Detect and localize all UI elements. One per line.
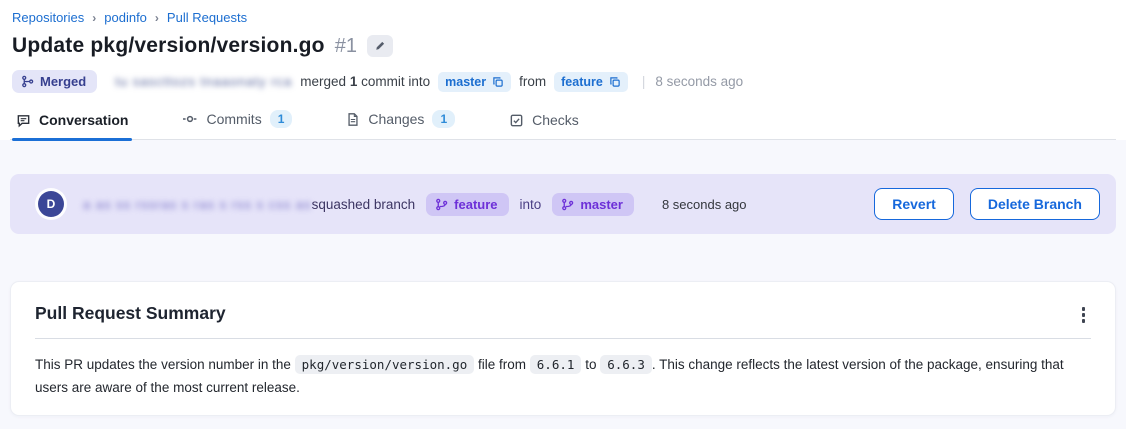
into-label: into: [520, 197, 542, 212]
summary-card-title: Pull Request Summary: [35, 303, 226, 324]
title-row: Update pkg/version/version.go #1: [10, 34, 1116, 58]
git-branch-icon: [435, 198, 448, 211]
tab-label: Commits: [206, 111, 261, 127]
from-label: from: [519, 74, 546, 89]
revert-button[interactable]: Revert: [874, 188, 954, 220]
inline-code-new-version: 6.6.3: [600, 355, 652, 374]
tab-commits[interactable]: Commits 1: [178, 110, 296, 139]
tab-label: Changes: [368, 111, 424, 127]
tab-checks[interactable]: Checks: [505, 112, 583, 139]
target-branch-label: master: [445, 75, 486, 89]
merged-by-username-redacted: tu sascttozs tnaaonaty rca: [115, 74, 292, 89]
separator: |: [642, 74, 646, 89]
commit-icon: [182, 111, 198, 127]
tab-label: Checks: [532, 112, 579, 128]
merged-time-ago: 8 seconds ago: [655, 74, 743, 89]
summary-text: This PR updates the version number in th…: [35, 357, 291, 372]
git-branch-icon: [561, 198, 574, 211]
banner-action-text: squashed branch: [312, 197, 416, 212]
tab-conversation[interactable]: Conversation: [12, 112, 132, 139]
commits-count-badge: 1: [270, 110, 293, 128]
merged-banner: D a as ss rssras s ras s rss s css as sq…: [10, 174, 1116, 234]
banner-username-redacted: a as ss rssras s ras s rss s css as: [83, 197, 312, 212]
speech-bubble-icon: [16, 113, 31, 128]
edit-title-button[interactable]: [367, 35, 393, 57]
source-branch-badge: feature: [426, 193, 508, 216]
pencil-icon: [374, 40, 386, 52]
copy-icon[interactable]: [609, 76, 621, 88]
banner-time-ago: 8 seconds ago: [662, 197, 747, 212]
file-icon: [346, 112, 360, 127]
target-branch-label: master: [580, 197, 623, 212]
summary-card-body: This PR updates the version number in th…: [11, 339, 1115, 414]
source-branch-label: feature: [454, 197, 497, 212]
checklist-icon: [509, 113, 524, 128]
target-branch-chip[interactable]: master: [438, 72, 511, 92]
pull-request-summary-card: Pull Request Summary This PR updates the…: [10, 281, 1116, 416]
inline-code-old-version: 6.6.1: [530, 355, 582, 374]
source-branch-chip[interactable]: feature: [554, 72, 628, 92]
merged-status-label: Merged: [40, 74, 86, 89]
breadcrumb-pull-requests[interactable]: Pull Requests: [167, 10, 247, 25]
summary-card-header: Pull Request Summary: [35, 282, 1091, 339]
merged-status-badge: Merged: [12, 70, 97, 93]
pr-tabs: Conversation Commits 1 Changes 1 Checks: [10, 110, 1116, 140]
inline-code-filepath: pkg/version/version.go: [295, 355, 475, 374]
merge-description: merged 1 commit into: [300, 74, 430, 89]
pr-content-area: D a as ss rssras s ras s rss s css as sq…: [0, 140, 1126, 429]
page-header: Repositories › podinfo › Pull Requests U…: [0, 0, 1126, 140]
kebab-menu-button[interactable]: [1076, 305, 1092, 325]
breadcrumb-podinfo[interactable]: podinfo: [104, 10, 147, 25]
breadcrumb-separator: ›: [92, 11, 96, 25]
tab-changes[interactable]: Changes 1: [342, 110, 459, 139]
delete-branch-button[interactable]: Delete Branch: [970, 188, 1100, 220]
pr-number: #1: [335, 35, 357, 58]
git-merge-icon: [21, 75, 34, 88]
copy-icon[interactable]: [492, 76, 504, 88]
breadcrumb-separator: ›: [155, 11, 159, 25]
pr-status-row: Merged tu sascttozs tnaaonaty rca merged…: [10, 70, 1116, 93]
changes-count-badge: 1: [432, 110, 455, 128]
source-branch-label: feature: [561, 75, 603, 89]
summary-text: to: [585, 357, 596, 372]
breadcrumb: Repositories › podinfo › Pull Requests: [10, 10, 1116, 25]
commit-count: 1: [350, 74, 358, 89]
tab-label: Conversation: [39, 112, 128, 128]
page-title: Update pkg/version/version.go: [12, 34, 325, 58]
target-branch-badge: master: [552, 193, 634, 216]
avatar[interactable]: D: [38, 191, 64, 217]
breadcrumb-repositories[interactable]: Repositories: [12, 10, 84, 25]
summary-text: file from: [478, 357, 526, 372]
